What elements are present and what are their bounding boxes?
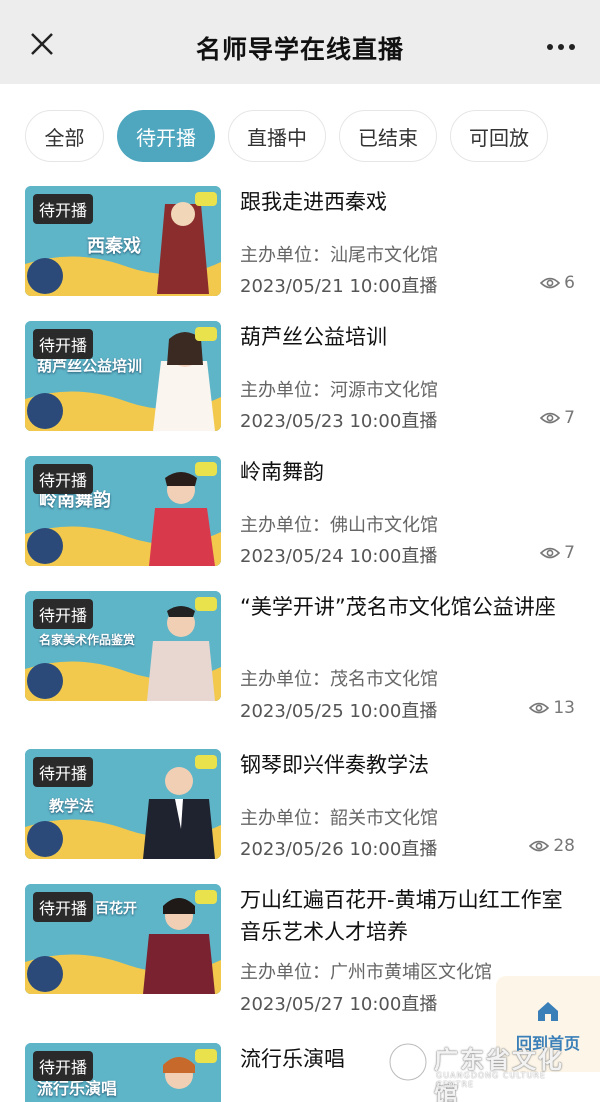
item-organizer: 主办单位：河源市文化馆	[240, 380, 438, 401]
item-title[interactable]: 万山红遍百花开-黄埔万山红工作室音乐艺术人才培养	[240, 884, 580, 948]
item-title[interactable]: 葫芦丝公益培训	[240, 321, 580, 353]
item-time: 2023/05/21 10:00直播	[240, 276, 438, 297]
eye-icon	[529, 840, 550, 852]
item-organizer: 主办单位：茂名市文化馆	[240, 669, 438, 690]
view-count: 6	[540, 273, 575, 293]
more-icon[interactable]	[544, 30, 578, 64]
poster-text: 百花开	[95, 901, 137, 917]
item-time: 2023/05/25 10:00直播	[240, 701, 438, 722]
view-count: 7	[540, 543, 575, 563]
view-count-value: 28	[553, 836, 575, 856]
item-time: 2023/05/27 10:00直播	[240, 994, 438, 1015]
item-thumbnail[interactable]: 待开播 名家美术作品鉴赏	[25, 591, 221, 701]
status-badge: 待开播	[33, 194, 94, 224]
view-count-value: 6	[564, 273, 575, 293]
item-title[interactable]: 钢琴即兴伴奏教学法	[240, 749, 580, 781]
item-thumbnail[interactable]: 待开播 西秦戏	[25, 186, 221, 296]
culture-centre-logo-icon	[388, 1042, 428, 1082]
tab-all[interactable]: 全部	[25, 110, 104, 162]
item-title[interactable]: 岭南舞韵	[240, 456, 580, 488]
view-count: 28	[529, 836, 575, 856]
view-count-value: 13	[553, 698, 575, 718]
status-badge: 待开播	[33, 329, 94, 359]
status-badge: 待开播	[33, 464, 94, 494]
item-organizer: 主办单位：佛山市文化馆	[240, 515, 438, 536]
status-badge: 待开播	[33, 599, 94, 629]
poster-text: 教学法	[49, 797, 95, 815]
view-count-value: 7	[564, 408, 575, 428]
item-thumbnail[interactable]: 待开播 葫芦丝公益培训	[25, 321, 221, 431]
status-badge: 待开播	[33, 1051, 94, 1081]
filter-tabs: 全部 待开播 直播中 已结束 可回放	[0, 84, 600, 184]
item-time: 2023/05/23 10:00直播	[240, 411, 438, 432]
home-icon	[538, 1002, 558, 1021]
view-count: 13	[529, 698, 575, 718]
page-title: 名师导学在线直播	[195, 35, 404, 64]
item-thumbnail[interactable]: 待开播 岭南舞韵	[25, 456, 221, 566]
list-item[interactable]: 待开播 名家美术作品鉴赏 “美学开讲”茂名市文化馆公益讲座 主办单位：茂名市文化…	[0, 589, 600, 745]
item-organizer: 主办单位：广州市黄埔区文化馆	[240, 962, 492, 983]
view-count-value: 7	[564, 543, 575, 563]
item-thumbnail[interactable]: 待开播 百花开	[25, 884, 221, 994]
list-item[interactable]: 待开播 西秦戏 跟我走进西秦戏 主办单位：汕尾市文化馆 2023/05/21 1…	[0, 184, 600, 320]
tab-replay[interactable]: 可回放	[450, 110, 548, 162]
top-bar: 名师导学在线直播	[0, 0, 600, 84]
eye-icon	[540, 277, 561, 289]
list-item[interactable]: 待开播 岭南舞韵 岭南舞韵 主办单位：佛山市文化馆 2023/05/24 10:…	[0, 454, 600, 590]
eye-icon	[540, 412, 561, 424]
item-organizer: 主办单位：汕尾市文化馆	[240, 245, 438, 266]
list-item[interactable]: 待开播 葫芦丝公益培训 葫芦丝公益培训 主办单位：河源市文化馆 2023/05/…	[0, 319, 600, 455]
item-time: 2023/05/26 10:00直播	[240, 839, 438, 860]
poster-text: 名家美术作品鉴赏	[39, 633, 136, 647]
watermark: 广东省文化馆 GUANGDONG CULTURE CENTRE	[386, 1038, 586, 1102]
watermark-en: GUANGDONG CULTURE CENTRE	[436, 1071, 547, 1089]
list-item[interactable]: 待开播 教学法 钢琴即兴伴奏教学法 主办单位：韶关市文化馆 2023/05/26…	[0, 747, 600, 883]
poster-text: 西秦戏	[87, 236, 141, 257]
item-title[interactable]: 跟我走进西秦戏	[240, 186, 580, 218]
view-count: 7	[540, 408, 575, 428]
item-time: 2023/05/24 10:00直播	[240, 546, 438, 567]
item-title[interactable]: “美学开讲”茂名市文化馆公益讲座	[240, 591, 580, 623]
status-badge: 待开播	[33, 892, 94, 922]
item-organizer: 主办单位：韶关市文化馆	[240, 808, 438, 829]
eye-icon	[540, 547, 561, 559]
item-thumbnail[interactable]: 待开播 流行乐演唱	[25, 1043, 221, 1102]
tab-ended[interactable]: 已结束	[339, 110, 437, 162]
tab-upcoming[interactable]: 待开播	[117, 110, 215, 162]
status-badge: 待开播	[33, 757, 94, 787]
live-list: 待开播 西秦戏 跟我走进西秦戏 主办单位：汕尾市文化馆 2023/05/21 1…	[0, 184, 600, 1102]
item-thumbnail[interactable]: 待开播 教学法	[25, 749, 221, 859]
eye-icon	[529, 702, 550, 714]
tab-live[interactable]: 直播中	[228, 110, 326, 162]
